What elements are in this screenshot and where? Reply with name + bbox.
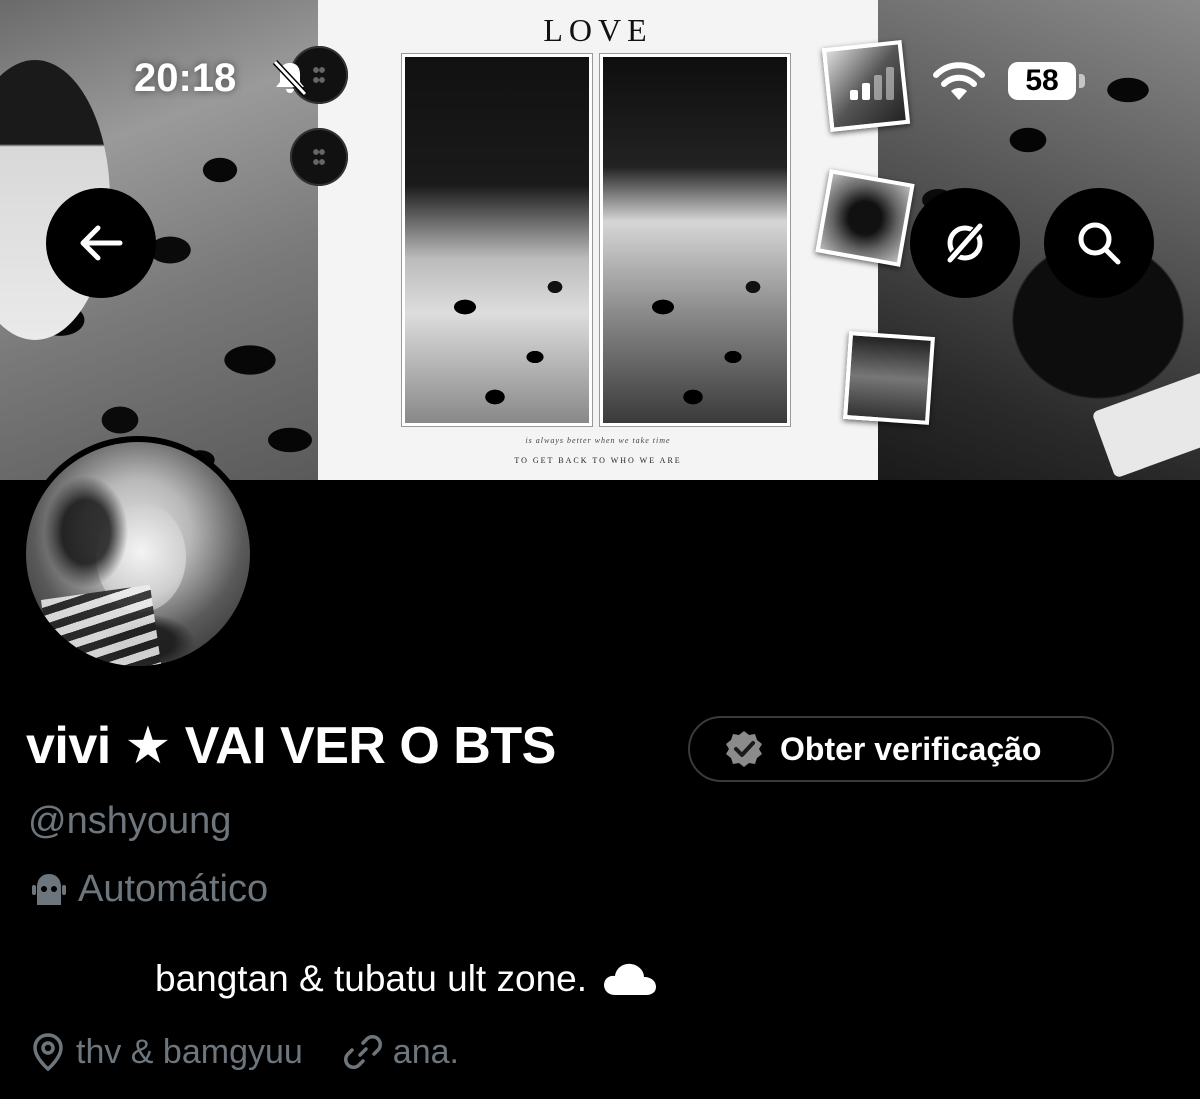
avatar[interactable] xyxy=(20,436,256,672)
poster-photo-right xyxy=(599,53,791,427)
cellular-signal-icon xyxy=(850,67,894,100)
banner-poster: LOVE is always better when we take time … xyxy=(318,0,878,480)
back-button[interactable] xyxy=(46,188,156,298)
profile-bio: bangtan & tubatu ult zone. xyxy=(155,958,659,1000)
username-handle: @nshyoung xyxy=(28,800,232,842)
location-text: thv & bamgyuu xyxy=(76,1032,303,1071)
bell-muted-icon xyxy=(272,59,308,97)
banner-button-decoration xyxy=(290,128,348,186)
website-link[interactable]: ana. xyxy=(393,1033,459,1072)
get-verified-button[interactable]: Obter verificação xyxy=(688,716,1114,782)
search-icon xyxy=(1078,222,1121,265)
search-button[interactable] xyxy=(1044,188,1154,298)
profile-meta: thv & bamgyuu ana. xyxy=(30,1032,459,1072)
verified-badge-icon xyxy=(726,731,762,767)
avatar-image xyxy=(26,442,250,666)
wifi-icon xyxy=(933,62,985,100)
banner-sticker-photo xyxy=(815,169,915,267)
grok-icon xyxy=(944,220,987,266)
display-name: vivi ★ VAI VER O BTS xyxy=(26,717,556,775)
automated-label[interactable]: Automático xyxy=(28,868,268,911)
battery-level: 58 xyxy=(1025,64,1059,97)
poster-caption-line2: TO GET BACK TO WHO WE ARE xyxy=(514,456,682,465)
poster-title: LOVE xyxy=(543,12,653,48)
grok-button[interactable] xyxy=(910,188,1020,298)
status-time: 20:18 xyxy=(134,56,237,100)
automated-text: Automático xyxy=(78,868,269,910)
cloud-icon xyxy=(604,963,657,995)
bio-text: bangtan & tubatu ult zone. xyxy=(155,958,588,999)
bot-icon xyxy=(32,873,66,905)
location-pin-icon xyxy=(33,1033,63,1072)
poster-photo-left xyxy=(401,53,593,427)
link-icon xyxy=(343,1035,382,1069)
banner-sticker-photo xyxy=(843,331,935,425)
battery-indicator: 58 xyxy=(1008,62,1086,102)
arrow-left-icon xyxy=(80,225,123,261)
get-verified-label: Obter verificação xyxy=(780,730,1042,767)
poster-caption-line1: is always better when we take time xyxy=(525,436,671,445)
